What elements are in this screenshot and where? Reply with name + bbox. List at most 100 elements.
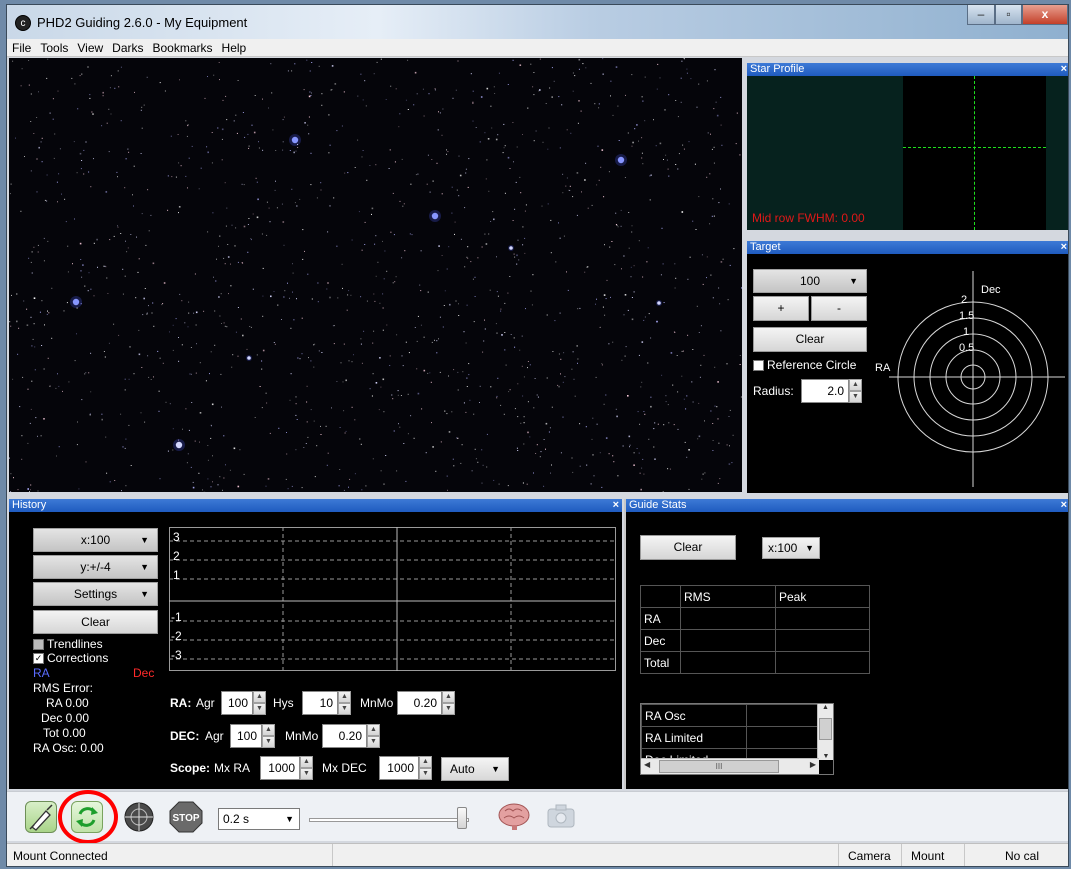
guide-stats-close-icon[interactable]: × xyxy=(1061,499,1067,512)
maximize-button[interactable]: ▫ xyxy=(995,5,1022,25)
guide-button[interactable] xyxy=(123,801,155,833)
menu-file[interactable]: File xyxy=(7,39,35,57)
vertical-scrollbar[interactable]: ▲ ▼ xyxy=(817,704,833,760)
fwhm-readout: Mid row FWHM: 0.00 xyxy=(752,211,865,225)
reference-circle-checkbox[interactable] xyxy=(753,360,764,371)
target-zoom-dropdown[interactable]: 100 ▼ xyxy=(753,269,867,293)
max-ra-duration-input[interactable]: 1000 xyxy=(260,756,300,780)
osc-limit-list[interactable]: RA Osc RA Limited Dec Limited ▲ ▼ ◀ III … xyxy=(640,703,834,775)
radius-up-icon[interactable]: ▲ xyxy=(849,379,862,391)
table-header-row: RMS Peak xyxy=(640,585,870,608)
corrections-checkbox[interactable]: ✓ xyxy=(33,653,44,664)
guide-stats-scale-dropdown[interactable]: x:100 ▼ xyxy=(762,537,820,559)
horizontal-scrollbar[interactable]: ◀ III ▶ xyxy=(641,758,819,774)
dec-agr-down-icon[interactable]: ▼ xyxy=(262,736,275,748)
scroll-down-icon[interactable]: ▼ xyxy=(818,753,833,760)
close-window-button[interactable]: x xyxy=(1022,5,1068,25)
menu-help[interactable]: Help xyxy=(217,39,251,57)
ring-label-2: 2 xyxy=(961,294,967,306)
connect-equipment-button[interactable] xyxy=(25,801,57,833)
mx-dec-down-icon[interactable]: ▼ xyxy=(419,768,432,780)
hysteresis-input[interactable]: 10 xyxy=(302,691,338,715)
exposure-duration-dropdown[interactable]: 0.2 s ▼ xyxy=(218,808,300,830)
dec-aggressiveness-input[interactable]: 100 xyxy=(230,724,262,748)
guide-stats-clear-button[interactable]: Clear xyxy=(640,535,736,560)
trendlines-checkbox[interactable] xyxy=(33,639,44,650)
menu-bookmarks[interactable]: Bookmarks xyxy=(148,39,217,57)
chevron-down-icon: ▼ xyxy=(140,589,149,599)
ra-mnmo-up-icon[interactable]: ▲ xyxy=(442,691,455,703)
scroll-left-icon[interactable]: ◀ xyxy=(644,760,650,769)
max-dec-duration-input[interactable]: 1000 xyxy=(379,756,419,780)
mx-ra-down-icon[interactable]: ▼ xyxy=(300,768,313,780)
target-zoom-out-button[interactable]: - xyxy=(811,296,867,321)
radius-down-icon[interactable]: ▼ xyxy=(849,391,862,403)
ra-row-label: RA xyxy=(640,607,681,630)
total-row-label: Total xyxy=(640,651,681,674)
target-clear-button[interactable]: Clear xyxy=(753,327,867,352)
table-row: Total xyxy=(640,651,870,674)
scroll-up-icon[interactable]: ▲ xyxy=(818,704,833,711)
history-settings-dropdown[interactable]: Settings ▼ xyxy=(33,582,158,606)
calibration-status: No cal xyxy=(964,844,1068,866)
dec-mnmo-down-icon[interactable]: ▼ xyxy=(367,736,380,748)
history-clear-button[interactable]: Clear xyxy=(33,610,158,634)
table-row: RA xyxy=(640,607,870,630)
ra-limited-cell xyxy=(746,726,819,749)
status-bar: Mount Connected Camera Mount No cal xyxy=(7,843,1068,866)
ra-agr-down-icon[interactable]: ▼ xyxy=(253,703,266,715)
history-graph[interactable]: 3 2 1 -1 -2 -3 xyxy=(169,527,617,672)
ra-osc-label: RA Osc xyxy=(641,704,747,727)
equipment-profile-button[interactable] xyxy=(545,801,577,833)
ra-limited-label: RA Limited xyxy=(641,726,747,749)
dec-agr-label: Agr xyxy=(205,729,224,743)
corrections-label: Corrections xyxy=(47,651,109,665)
guide-stats-panel: Guide Stats × Clear x:100 ▼ RMS Peak RA De… xyxy=(624,499,1068,789)
dec-guide-mode-dropdown[interactable]: Auto ▼ xyxy=(441,757,509,781)
horizontal-scroll-thumb[interactable]: III xyxy=(659,760,779,773)
hys-down-icon[interactable]: ▼ xyxy=(338,703,351,715)
y-scale-value: y:+/-4 xyxy=(80,560,111,574)
ra-min-move-input[interactable]: 0.20 xyxy=(397,691,442,715)
menu-tools[interactable]: Tools xyxy=(35,39,72,57)
stop-button[interactable]: STOP xyxy=(169,801,203,833)
ring-label-1: 1 xyxy=(963,326,969,338)
ra-agr-up-icon[interactable]: ▲ xyxy=(253,691,266,703)
dec-rms-value: Dec 0.00 xyxy=(41,711,90,725)
ra-mnmo-down-icon[interactable]: ▼ xyxy=(442,703,455,715)
hys-up-icon[interactable]: ▲ xyxy=(338,691,351,703)
mx-dec-up-icon[interactable]: ▲ xyxy=(419,756,432,768)
x-scale-dropdown[interactable]: x:100 ▼ xyxy=(33,528,158,552)
target-close-icon[interactable]: × xyxy=(1061,241,1067,254)
mx-ra-up-icon[interactable]: ▲ xyxy=(300,756,313,768)
dec-agr-up-icon[interactable]: ▲ xyxy=(262,724,275,736)
target-zoom-in-button[interactable]: + xyxy=(753,296,809,321)
radius-input[interactable]: 2.0 xyxy=(801,379,849,403)
target-panel: Target × 100 ▼ + - Clear Reference Circle… xyxy=(747,241,1068,493)
dec-mnmo-up-icon[interactable]: ▲ xyxy=(367,724,380,736)
star-profile-title: Star Profile xyxy=(747,63,1068,76)
mount-status: Mount xyxy=(901,844,964,866)
y-scale-dropdown[interactable]: y:+/-4 ▼ xyxy=(33,555,158,579)
camera-status: Camera xyxy=(838,844,901,866)
dec-min-move-input[interactable]: 0.20 xyxy=(322,724,367,748)
minimize-button[interactable]: ‒ xyxy=(967,5,995,25)
ring-label-0-5: 0.5 xyxy=(959,342,974,354)
brain-icon xyxy=(498,803,530,830)
brain-settings-button[interactable] xyxy=(497,801,530,833)
ra-aggressiveness-input[interactable]: 100 xyxy=(221,691,253,715)
history-close-icon[interactable]: × xyxy=(613,499,619,512)
gamma-slider-thumb[interactable] xyxy=(457,807,467,829)
gamma-slider-track[interactable] xyxy=(309,818,469,822)
camera-image-view[interactable] xyxy=(9,58,742,492)
vertical-scroll-thumb[interactable] xyxy=(819,718,832,740)
target-bullseye-plot: Dec RA 2 1.5 1 0.5 xyxy=(875,271,1065,487)
scroll-right-icon[interactable]: ▶ xyxy=(810,760,816,769)
history-title: History xyxy=(9,499,622,512)
exposure-duration-value: 0.2 s xyxy=(223,812,250,826)
x-scale-value: x:100 xyxy=(80,533,111,547)
star-profile-close-icon[interactable]: × xyxy=(1061,63,1067,76)
chevron-down-icon: ▼ xyxy=(285,814,294,824)
menu-view[interactable]: View xyxy=(72,39,107,57)
menu-darks[interactable]: Darks xyxy=(107,39,147,57)
